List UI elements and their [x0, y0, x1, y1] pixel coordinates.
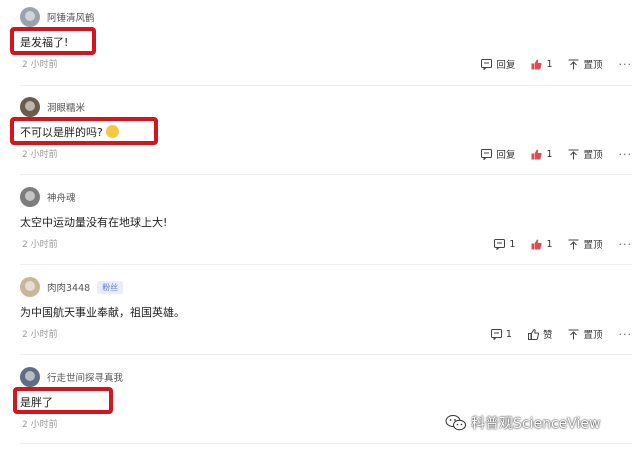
pin-top-icon: [568, 149, 579, 159]
like-label: 赞: [542, 330, 553, 341]
reply-count: 1: [509, 238, 516, 250]
highlight-box: [13, 387, 113, 414]
timestamp: 2 小时前: [22, 330, 58, 340]
timestamp: 2 小时前: [22, 240, 58, 250]
more-options-icon[interactable]: ···: [619, 328, 633, 341]
more-options-icon[interactable]: ···: [619, 58, 633, 71]
like-button[interactable]: 1: [531, 239, 552, 250]
comment-header: 神舟魂: [20, 186, 76, 208]
divider: [20, 354, 632, 355]
reply-label: 回复: [496, 60, 516, 71]
comment-actions: 回复 1 置顶 ···: [465, 146, 632, 162]
reply-button[interactable]: 回复: [481, 147, 515, 161]
like-count: 1: [546, 58, 553, 70]
reply-count-button[interactable]: 1: [490, 328, 512, 340]
divider: [20, 443, 632, 444]
pin-top-icon: [568, 59, 579, 69]
pin-label: 置顶: [583, 150, 603, 161]
thumbs-up-icon: [531, 59, 543, 69]
more-options-icon[interactable]: ···: [619, 238, 633, 251]
like-button[interactable]: 1: [531, 59, 552, 70]
pin-label: 置顶: [583, 330, 603, 341]
comment-actions: 1 1 置顶 ···: [478, 236, 632, 252]
divider: [20, 264, 632, 265]
pin-top-icon: [568, 329, 579, 339]
like-button[interactable]: 赞: [527, 327, 553, 341]
comment-actions: 回复 1 置顶 ···: [465, 56, 632, 72]
timestamp: 2 小时前: [22, 150, 58, 160]
watermark: 科普观ScienceView: [445, 413, 601, 433]
thumbs-up-icon: [531, 239, 543, 249]
reply-icon: [481, 58, 493, 70]
fan-badge: 粉丝: [97, 280, 124, 294]
highlight-box: [10, 117, 158, 145]
avatar[interactable]: [20, 7, 40, 27]
reply-label: 回复: [496, 150, 516, 161]
comment-header: 行走世间探寻真我: [20, 366, 123, 388]
username[interactable]: 阿锤清风鹤: [47, 10, 95, 24]
comment-icon: [490, 328, 502, 340]
reply-button[interactable]: 回复: [481, 57, 515, 71]
avatar[interactable]: [20, 367, 40, 387]
username[interactable]: 行走世间探寻真我: [47, 370, 123, 384]
timestamp: 2 小时前: [22, 420, 58, 430]
avatar[interactable]: [20, 187, 40, 207]
wechat-icon: [445, 415, 466, 431]
pin-label: 置顶: [583, 60, 603, 71]
pin-button[interactable]: 置顶: [568, 57, 603, 71]
avatar[interactable]: [20, 277, 40, 297]
comment-header: 肉肉3448 粉丝: [20, 276, 124, 298]
comment-header: 洞眼糯米: [20, 96, 85, 118]
pin-label: 置顶: [583, 240, 603, 251]
comment-text: 太空中运动量没有在地球上大!: [20, 216, 168, 229]
pin-button[interactable]: 置顶: [568, 147, 603, 161]
comment-icon: [494, 238, 506, 250]
username[interactable]: 神舟魂: [47, 190, 76, 204]
timestamp: 2 小时前: [22, 60, 58, 70]
divider: [20, 174, 632, 175]
watermark-text: 科普观ScienceView: [471, 416, 601, 432]
thumbs-up-icon: [531, 149, 543, 159]
reply-icon: [481, 148, 493, 160]
pin-top-icon: [568, 239, 579, 249]
divider: [20, 85, 632, 86]
pin-button[interactable]: 置顶: [568, 327, 603, 341]
more-options-icon[interactable]: ···: [619, 148, 633, 161]
username[interactable]: 肉肉3448: [47, 280, 90, 294]
pin-button[interactable]: 置顶: [568, 237, 603, 251]
highlight-box: [10, 27, 96, 55]
like-button[interactable]: 1: [531, 149, 552, 160]
username[interactable]: 洞眼糯米: [47, 100, 85, 114]
like-count: 1: [546, 148, 553, 160]
reply-count-button[interactable]: 1: [494, 238, 516, 250]
comment-actions: 1 赞 置顶 ···: [475, 326, 632, 342]
avatar[interactable]: [20, 97, 40, 117]
reply-count: 1: [505, 328, 512, 340]
thumbs-up-icon: [527, 328, 539, 340]
comment-text: 为中国航天事业奉献，祖国英雄。: [20, 306, 185, 319]
like-count: 1: [546, 238, 553, 250]
comment-header: 阿锤清风鹤: [20, 6, 95, 28]
